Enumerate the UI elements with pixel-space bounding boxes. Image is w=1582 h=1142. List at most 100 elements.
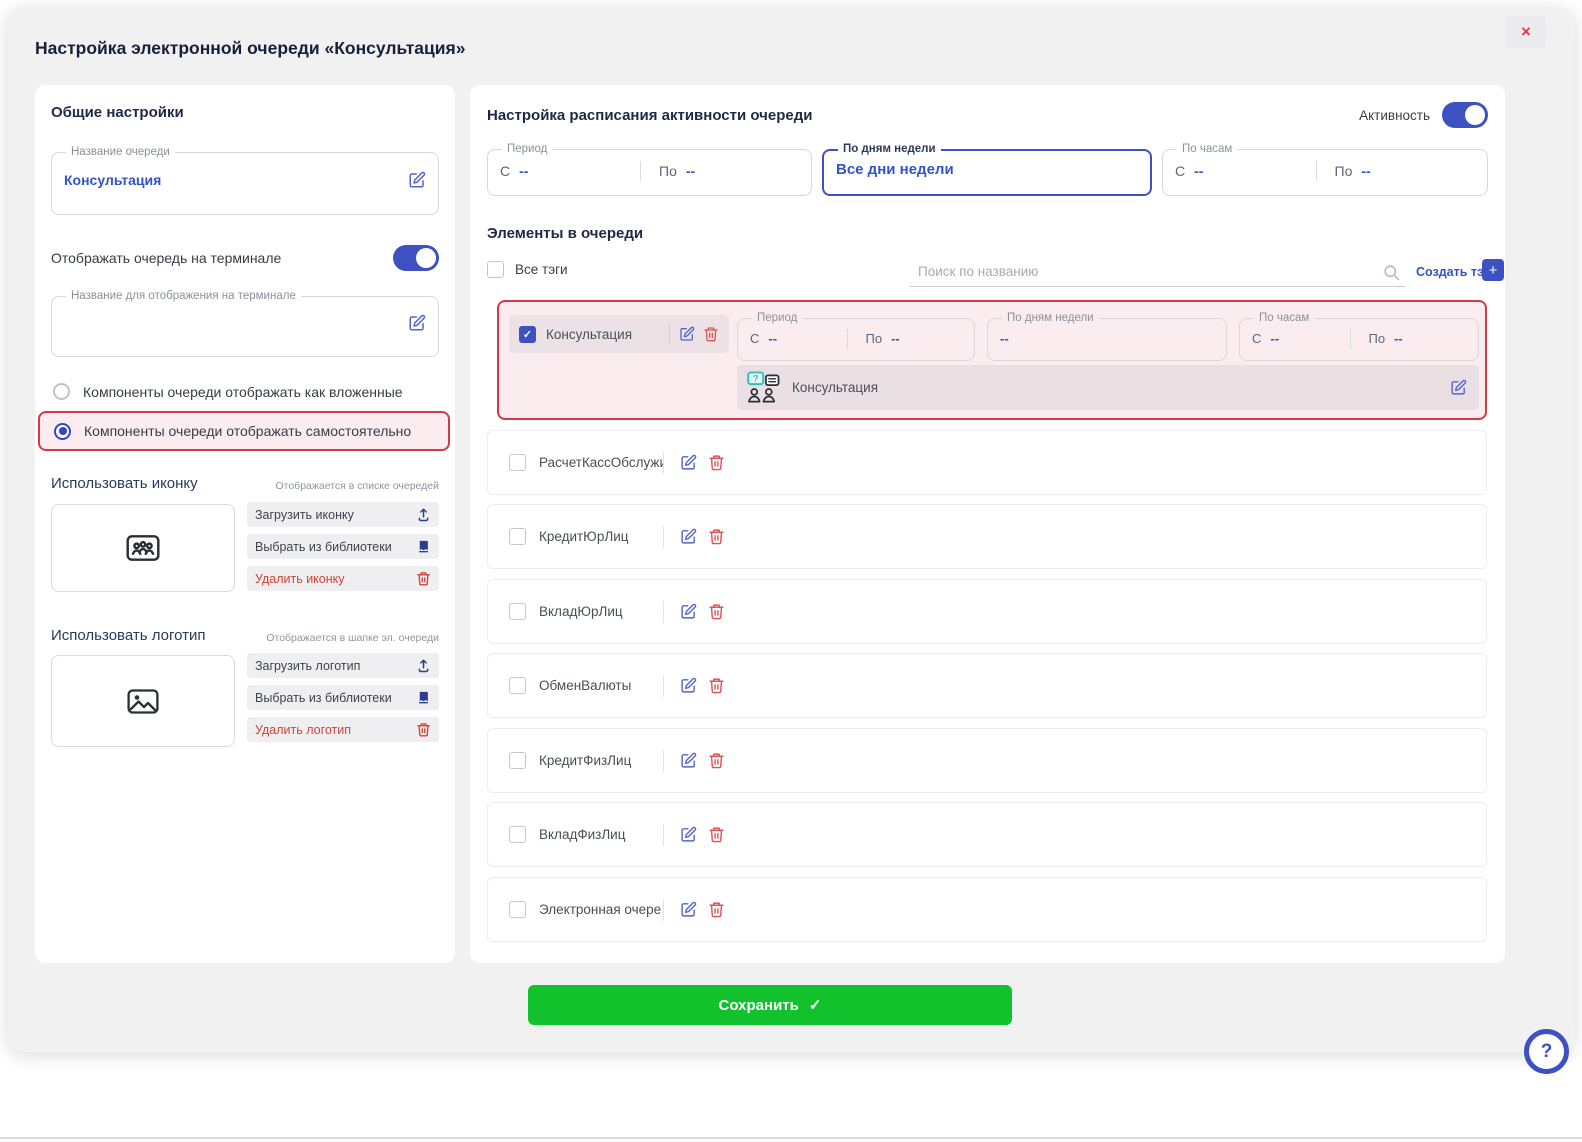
- delete-icon-label: Удалить иконку: [255, 572, 345, 586]
- delete-icon-button[interactable]: Удалить иконку: [247, 566, 439, 591]
- edit-element-button[interactable]: [680, 454, 697, 471]
- plus-icon: +: [1489, 262, 1498, 279]
- element-checkbox[interactable]: [509, 752, 526, 769]
- edit-queue-name-button[interactable]: [408, 171, 426, 189]
- upload-logo-button[interactable]: Загрузить логотип: [247, 653, 439, 678]
- element-checkbox[interactable]: [509, 528, 526, 545]
- search-input[interactable]: [910, 261, 1405, 287]
- element-row[interactable]: ОбменВалюты: [487, 653, 1487, 718]
- upload-icon-button[interactable]: Загрузить иконку: [247, 502, 439, 527]
- general-settings-card: Общие настройки Название очереди Консуль…: [35, 85, 455, 963]
- choose-icon-library-button[interactable]: Выбрать из библиотеки: [247, 534, 439, 559]
- edit-icon: [408, 314, 426, 332]
- delete-element-button[interactable]: [708, 826, 725, 843]
- period-legend: Период: [502, 144, 552, 156]
- edit-element-button[interactable]: [679, 326, 695, 342]
- period-from-label: С: [500, 163, 510, 179]
- edit-component-button[interactable]: [1450, 379, 1467, 396]
- edit-element-button[interactable]: [680, 603, 697, 620]
- trash-icon: [708, 454, 725, 471]
- schedule-hours-field[interactable]: По часам С -- По --: [1162, 144, 1488, 196]
- element-row[interactable]: ВкладЮрЛиц: [487, 579, 1487, 644]
- edit-element-button[interactable]: [680, 752, 697, 769]
- radio-icon-nested[interactable]: [53, 383, 70, 400]
- element-component-row[interactable]: ? Консультация: [737, 365, 1479, 410]
- element-weekdays-field[interactable]: По дням недели --: [987, 313, 1227, 361]
- element-row[interactable]: КредитЮрЛиц: [487, 504, 1487, 569]
- schedule-card: Настройка расписания активности очереди …: [470, 85, 1505, 963]
- delete-element-button[interactable]: [708, 528, 725, 545]
- search-icon: [1382, 263, 1401, 282]
- period-from-value[interactable]: --: [519, 163, 528, 179]
- selected-element-checkbox[interactable]: ✓: [519, 326, 536, 343]
- edit-element-button[interactable]: [680, 528, 697, 545]
- delete-element-button[interactable]: [708, 677, 725, 694]
- upload-icon: [416, 658, 431, 673]
- element-hours-field[interactable]: По часам С -- По --: [1239, 313, 1479, 361]
- element-checkbox[interactable]: [509, 677, 526, 694]
- element-weekdays-value[interactable]: --: [1000, 331, 1009, 346]
- queue-name-value: Консультация: [64, 172, 161, 188]
- radio-option-standalone[interactable]: Компоненты очереди отображать самостояте…: [38, 411, 450, 451]
- all-tags-checkbox-row[interactable]: Все тэги: [487, 261, 568, 278]
- delete-element-button[interactable]: [708, 752, 725, 769]
- use-icon-title: Использовать иконку: [51, 475, 198, 492]
- element-period-from-value[interactable]: --: [768, 331, 777, 346]
- hours-from-value[interactable]: --: [1194, 163, 1203, 179]
- element-period-to-value[interactable]: --: [891, 331, 900, 346]
- edit-element-button[interactable]: [680, 826, 697, 843]
- delete-logo-button[interactable]: Удалить логотип: [247, 717, 439, 742]
- icon-preview-box[interactable]: [51, 504, 235, 592]
- period-to-value[interactable]: --: [686, 163, 695, 179]
- edit-element-button[interactable]: [680, 901, 697, 918]
- create-tag-plus-button[interactable]: +: [1482, 259, 1504, 281]
- delete-element-button[interactable]: [703, 326, 719, 342]
- save-button[interactable]: Сохранить ✓: [528, 985, 1012, 1025]
- create-tag-link[interactable]: Создать тэг: [1416, 265, 1489, 279]
- element-hours-to-label: По: [1369, 331, 1386, 346]
- choose-logo-library-button[interactable]: Выбрать из библиотеки: [247, 685, 439, 710]
- element-checkbox[interactable]: [509, 454, 526, 471]
- element-hours-from-label: С: [1252, 331, 1261, 346]
- library-logo-label: Выбрать из библиотеки: [255, 691, 392, 705]
- element-checkbox[interactable]: [509, 901, 526, 918]
- activity-toggle[interactable]: [1442, 102, 1488, 128]
- upload-logo-label: Загрузить логотип: [255, 659, 360, 673]
- weekdays-legend: По дням недели: [838, 144, 941, 156]
- edit-icon: [679, 326, 695, 342]
- schedule-period-field[interactable]: Период С -- По --: [487, 144, 812, 196]
- element-hours-to-value[interactable]: --: [1394, 331, 1403, 346]
- element-row[interactable]: КредитФизЛиц: [487, 728, 1487, 793]
- radio-nested-label: Компоненты очереди отображать как вложен…: [83, 384, 403, 400]
- help-button[interactable]: ?: [1524, 1029, 1569, 1074]
- delete-element-button[interactable]: [708, 901, 725, 918]
- edit-terminal-name-button[interactable]: [408, 314, 426, 332]
- element-row[interactable]: Электронная очере…: [487, 877, 1487, 942]
- selected-element-chip[interactable]: ✓ Консультация: [509, 315, 729, 353]
- element-row[interactable]: РасчетКассОбслужи…: [487, 430, 1487, 495]
- element-checkbox[interactable]: [509, 603, 526, 620]
- element-checkbox[interactable]: [509, 826, 526, 843]
- delete-element-button[interactable]: [708, 603, 725, 620]
- weekdays-value[interactable]: Все дни недели: [836, 161, 954, 178]
- show-on-terminal-toggle[interactable]: [393, 245, 439, 271]
- radio-icon-standalone[interactable]: [54, 423, 71, 440]
- all-tags-checkbox[interactable]: [487, 261, 504, 278]
- logo-preview-box[interactable]: [51, 655, 235, 747]
- close-button[interactable]: ×: [1506, 16, 1546, 48]
- queue-name-field: Название очереди Консультация: [51, 147, 439, 215]
- edit-icon: [680, 528, 697, 545]
- radio-option-nested[interactable]: Компоненты очереди отображать как вложен…: [53, 383, 403, 400]
- trash-icon: [703, 326, 719, 342]
- terminal-name-input[interactable]: [64, 314, 408, 332]
- element-period-field[interactable]: Период С -- По --: [737, 313, 975, 361]
- delete-element-button[interactable]: [708, 454, 725, 471]
- edit-element-button[interactable]: [680, 677, 697, 694]
- trash-icon: [708, 528, 725, 545]
- element-row[interactable]: ВкладФизЛиц: [487, 802, 1487, 867]
- edit-icon: [1450, 379, 1467, 396]
- element-hours-from-value[interactable]: --: [1270, 331, 1279, 346]
- hours-to-value[interactable]: --: [1361, 163, 1370, 179]
- edit-icon: [680, 901, 697, 918]
- schedule-weekdays-field[interactable]: По дням недели Все дни недели: [822, 144, 1152, 196]
